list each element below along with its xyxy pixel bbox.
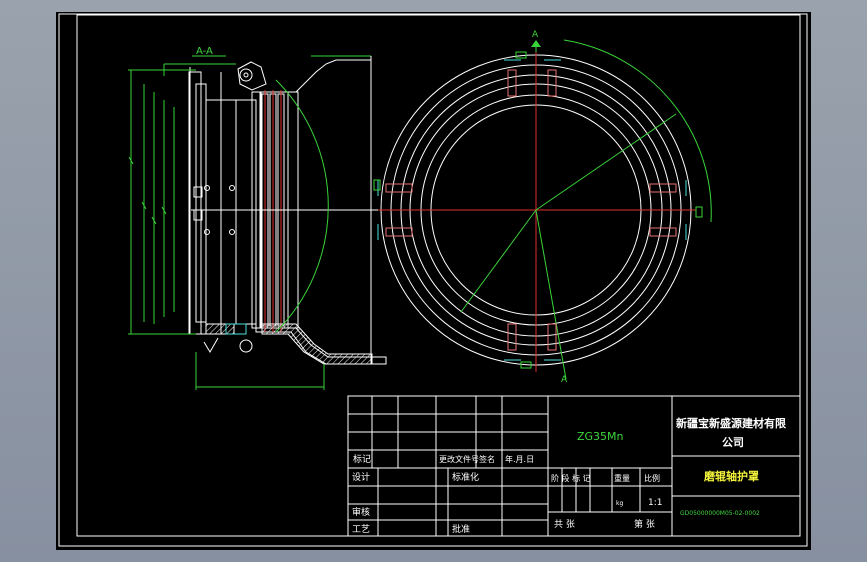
label-review: 审核 [352,506,370,518]
cut-marker-bottom: A [561,375,568,385]
label-process: 工艺 [352,524,370,535]
label-standardize: 标准化 [452,471,479,483]
hub-body [205,99,257,325]
drawing-number: GD05000000M05-02-0002 [680,510,760,517]
angle-arc [563,39,712,223]
label-design: 设计 [352,471,370,483]
section-view: A-A [128,46,387,390]
label-scale: 比例 [644,473,660,483]
flange-left [188,71,202,335]
label-approve: 批准 [452,523,470,535]
label-signature: 签名 [479,454,495,464]
part-name: 磨辊轴护罩 [703,469,759,483]
cut-line [535,209,567,380]
weight-value: kg [616,500,623,507]
label-total-sheets: 共 张 [554,519,575,530]
cut-marker-top: A [532,30,539,40]
drawing-sheet: A-A A A 标记 更改文件号 签名 年.月.日 设计 标准化 审核 工艺 批… [56,12,811,550]
bottom-bolt-hole [239,339,253,353]
section-label: A-A [196,46,213,57]
cad-drawing-canvas: A-A A A 标记 更改文件号 签名 年.月.日 设计 标准化 审核 工艺 批… [58,13,808,547]
front-view: A A [373,30,712,385]
label-mark: 标记 [353,453,371,465]
label-change-doc: 更改文件号 [439,454,479,464]
top-bolt-hole [239,68,253,82]
scale-value: 1:1 [648,498,662,508]
label-sheet-no: 第 张 [634,518,655,530]
company-name-line2: 公司 [722,436,744,449]
label-weight: 重量 [614,473,630,483]
label-stage-mark: 阶 段 标 记 [551,473,591,483]
company-name-line1: 新疆宝新盛源建材有限 [676,416,786,430]
material-label: ZG35Mn [577,430,624,443]
label-date: 年.月.日 [505,454,534,464]
